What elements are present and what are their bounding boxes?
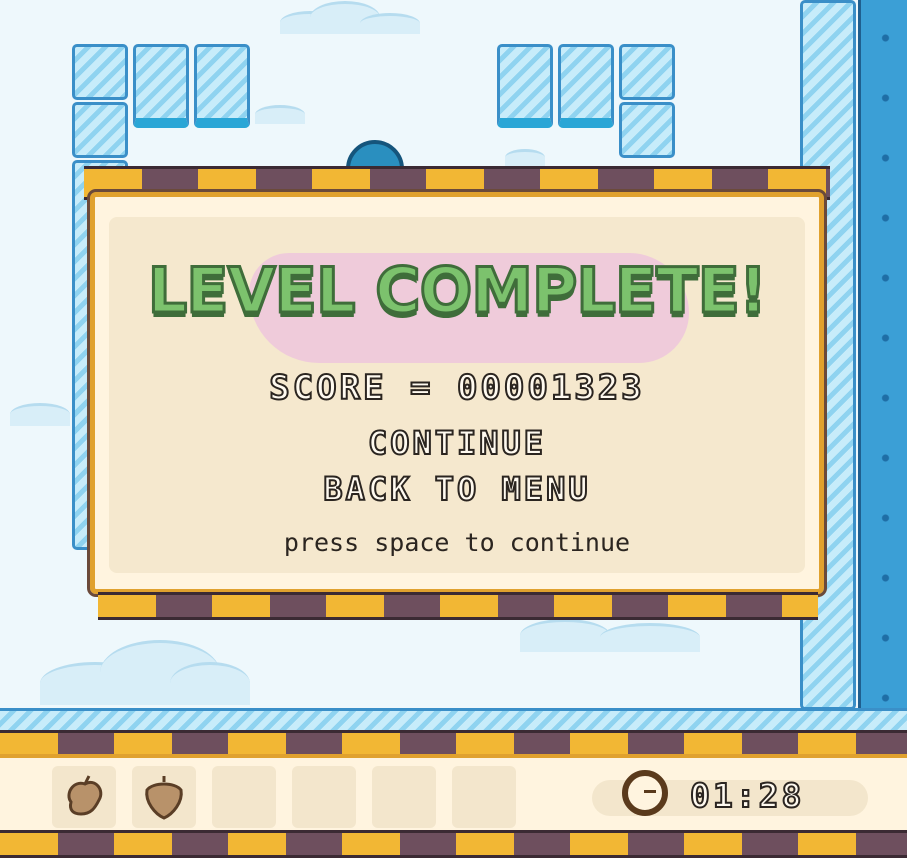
back-to-menu-button[interactable]: BACK TO MENU <box>84 469 830 509</box>
ice-block <box>194 44 250 128</box>
dialog-bottom-stripe <box>98 592 818 620</box>
timer-readout: 01:28 <box>689 775 805 816</box>
continue-hint: press space to continue <box>283 528 631 557</box>
cloud <box>280 0 420 34</box>
cloud <box>505 149 545 166</box>
ice-block <box>619 44 675 100</box>
score-readout: SCORE = 00001323 <box>268 367 645 409</box>
hud-bar: 01:28 <box>0 730 907 858</box>
clock-icon <box>622 770 668 816</box>
level-complete-title: LEVEL COMPLETE! <box>146 253 768 329</box>
cloud <box>10 392 80 426</box>
cloud <box>40 625 260 705</box>
ice-block <box>72 102 128 158</box>
cloud <box>255 90 315 124</box>
level-complete-dialog: LEVEL COMPLETE! SCORE = 00001323 CONTINU… <box>84 166 830 620</box>
ice-block <box>133 44 189 128</box>
inventory-slot-empty <box>452 766 516 828</box>
chicken-leg-icon <box>67 775 103 816</box>
ice-block <box>619 102 675 158</box>
continue-button[interactable]: CONTINUE <box>84 423 830 463</box>
acorn-icon <box>145 776 183 820</box>
inventory-slot-empty <box>212 766 276 828</box>
ice-block <box>72 44 128 100</box>
inventory-slot-empty <box>292 766 356 828</box>
ice-block <box>558 44 614 128</box>
inventory-slot-empty <box>372 766 436 828</box>
blue-wall <box>858 0 907 720</box>
inventory-slot <box>52 766 116 828</box>
ice-block <box>497 44 553 128</box>
inventory-slot <box>132 766 196 828</box>
hud-bottom-stripe <box>0 830 907 858</box>
